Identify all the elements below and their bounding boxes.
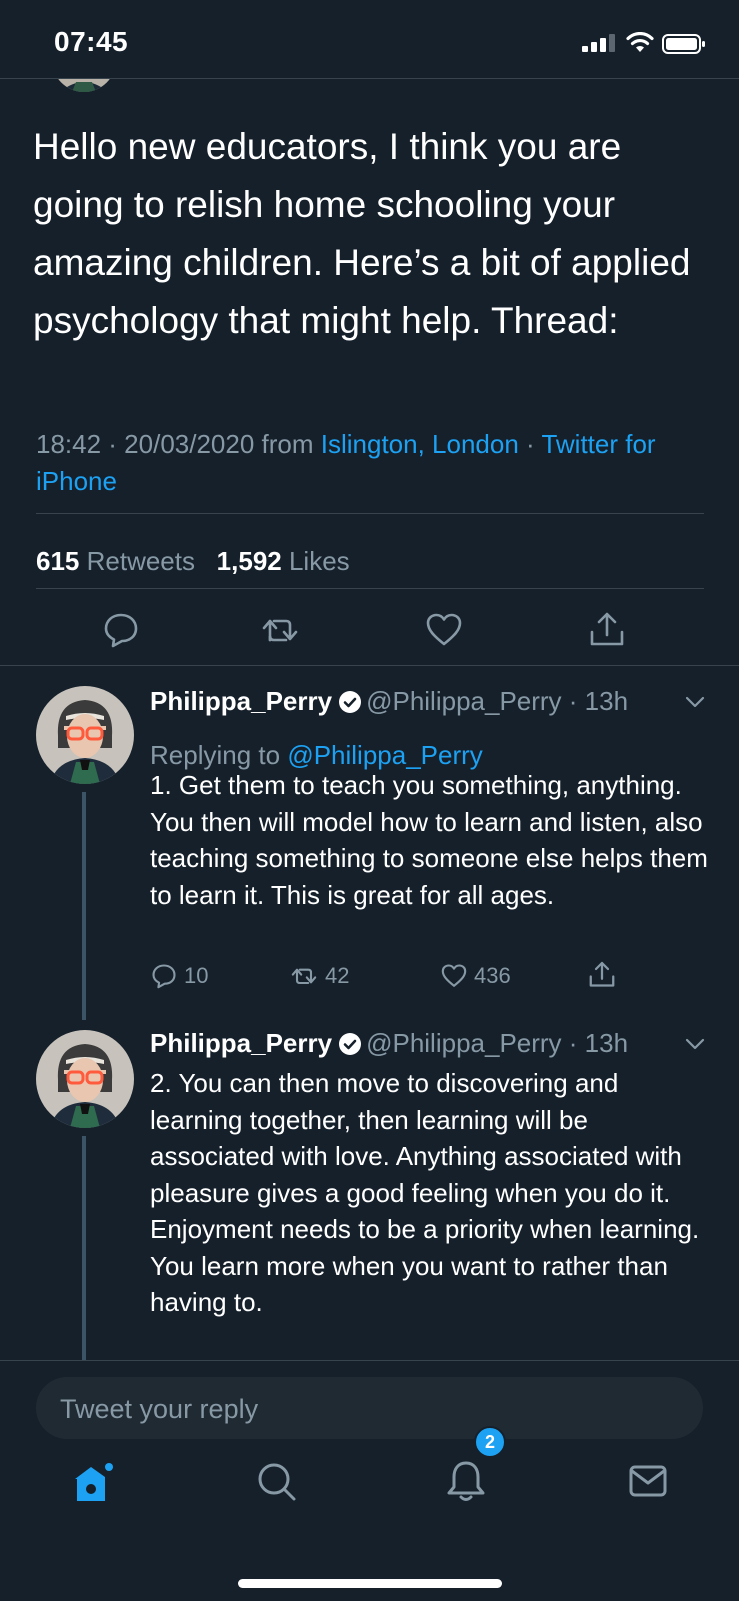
tweet-meta: 18:42 · 20/03/2020 from Islington, Londo…: [36, 426, 716, 500]
verified-icon: [339, 1033, 362, 1055]
author-handle[interactable]: @Philippa_Perry · 13h: [366, 1028, 628, 1058]
author-name[interactable]: Philippa_Perry: [150, 686, 332, 716]
wifi-icon: [626, 32, 654, 52]
share-button[interactable]: [587, 960, 617, 990]
reply-header: Philippa_Perry @Philippa_Perry · 13h: [150, 686, 628, 717]
author-handle[interactable]: @Philippa_Perry · 13h: [366, 686, 628, 716]
share-icon: [589, 961, 615, 987]
reply-button[interactable]: 10: [150, 962, 208, 990]
retweet-count: 42: [325, 963, 350, 988]
mail-icon[interactable]: [628, 1463, 668, 1499]
thread-line: [82, 792, 86, 1020]
divider: [36, 513, 704, 514]
status-bar: 07:45: [0, 0, 739, 79]
reply-icon: [152, 964, 176, 989]
notification-badge: 2: [474, 1426, 506, 1458]
reply-input[interactable]: Tweet your reply: [36, 1377, 703, 1439]
retweets-stat[interactable]: 615 Retweets: [36, 546, 195, 576]
search-icon[interactable]: [256, 1461, 298, 1503]
reply-icon[interactable]: [101, 610, 141, 650]
home-icon[interactable]: [71, 1461, 115, 1503]
tweet-location-link[interactable]: Islington, London: [321, 429, 519, 459]
avatar[interactable]: [36, 1030, 134, 1128]
meta-separator: ·: [518, 429, 542, 459]
retweets-label: Retweets: [79, 546, 195, 576]
chevron-down-icon[interactable]: [683, 690, 707, 714]
like-icon[interactable]: [424, 610, 464, 650]
author-name[interactable]: Philippa_Perry: [150, 1028, 332, 1058]
like-button[interactable]: 436: [440, 962, 511, 990]
like-count: 436: [474, 963, 511, 988]
retweet-icon[interactable]: [260, 610, 300, 650]
replying-to-handle-link[interactable]: @Philippa_Perry: [287, 740, 482, 770]
reply-input-placeholder: Tweet your reply: [60, 1394, 259, 1424]
reply-header: Philippa_Perry @Philippa_Perry · 13h: [150, 1028, 628, 1059]
retweets-count: 615: [36, 546, 80, 576]
reply-text: 2. You can then move to discovering and …: [150, 1068, 700, 1317]
replying-prefix: Replying to: [150, 740, 288, 770]
tweet-stats: 615 Retweets 1,592 Likes: [36, 546, 350, 577]
reply-text: 1. Get them to teach you something, anyt…: [150, 770, 708, 910]
likes-stat[interactable]: 1,592 Likes: [217, 546, 350, 576]
retweet-icon: [291, 968, 317, 985]
retweet-button[interactable]: 42: [289, 962, 349, 990]
chevron-down-icon[interactable]: [683, 1032, 707, 1056]
tweet-timestamp: 18:42 · 20/03/2020 from: [36, 429, 321, 459]
bell-icon[interactable]: [446, 1459, 486, 1503]
verified-icon: [339, 691, 362, 713]
status-time: 07:45: [54, 26, 129, 57]
likes-count: 1,592: [216, 546, 282, 576]
divider: [0, 665, 739, 666]
reply-count: 10: [184, 963, 209, 988]
like-icon: [441, 964, 467, 987]
avatar[interactable]: [36, 686, 134, 784]
signal-icon: [582, 34, 615, 52]
thread-line: [82, 1136, 86, 1360]
bottom-bar: Tweet your reply 2: [0, 1360, 739, 1601]
share-icon[interactable]: [587, 610, 627, 650]
main-tweet-text: Hello new educators, I think you are goi…: [33, 126, 691, 341]
likes-label: Likes: [281, 546, 350, 576]
battery-icon: [662, 34, 705, 54]
home-indicator[interactable]: [238, 1579, 502, 1588]
divider: [36, 588, 704, 589]
